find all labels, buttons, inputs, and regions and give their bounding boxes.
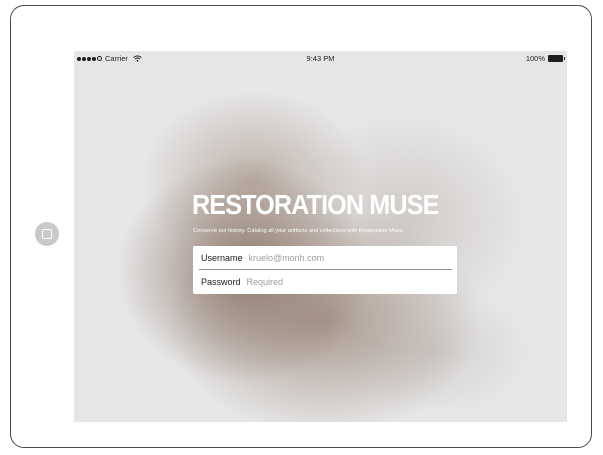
tablet-frame: Carrier 9:43 PM 100% RESTORATION MUSE Co… [10,5,592,448]
home-button[interactable] [35,222,59,246]
username-field[interactable]: Username kruelo@monh.com [193,246,457,270]
status-bar: Carrier 9:43 PM 100% [74,51,567,65]
battery-info: 100% [525,54,565,63]
password-field[interactable]: Password Required [193,270,457,294]
login-form: Username kruelo@monh.com Password Requir… [193,246,457,294]
battery-icon [548,55,565,62]
app-tagline: Conserve our history. Catalog all your a… [193,228,405,234]
home-square-icon [42,229,52,239]
app-title: RESTORATION MUSE [192,189,439,220]
username-label: Username [201,253,243,263]
app-screen: Carrier 9:43 PM 100% RESTORATION MUSE Co… [74,51,567,422]
password-input[interactable]: Required [247,277,284,287]
background-image [74,51,567,422]
status-time: 9:43 PM [306,54,335,63]
battery-percent: 100% [525,54,545,63]
username-input[interactable]: kruelo@monh.com [249,253,325,263]
password-label: Password [201,277,241,287]
